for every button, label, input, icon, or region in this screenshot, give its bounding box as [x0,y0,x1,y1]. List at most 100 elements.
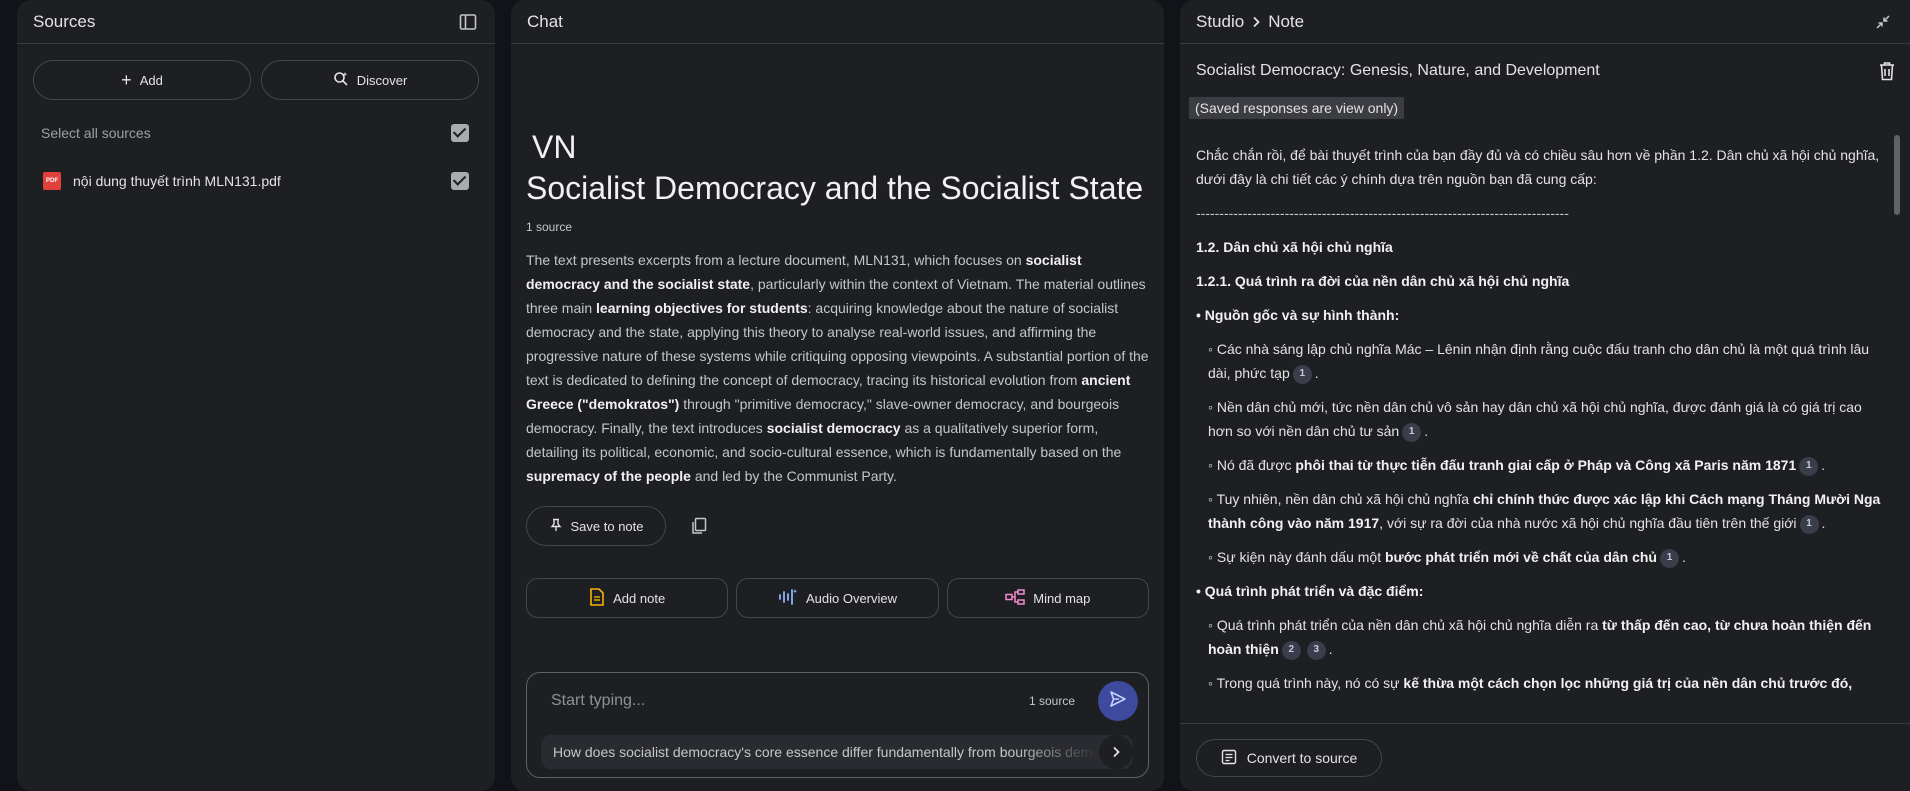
input-source-count: 1 source [1029,694,1076,708]
select-all-row[interactable]: Select all sources [17,122,495,144]
audio-overview-button[interactable]: Audio Overview [736,578,939,618]
studio-panel: Studio Note Socialist Democracy: Genesis… [1180,0,1910,791]
note-sub-bullet: ◦ Sự kiện này đánh dấu một bước phát tri… [1196,545,1888,569]
collapse-panel-icon[interactable] [457,11,479,33]
note-bold-text: kế thừa một cách chọn lọc những giá trị … [1403,675,1853,691]
chat-input-box: Start typing... 1 source How does social… [526,672,1149,778]
note-text: ◦ Nó đã được [1208,457,1296,473]
note-bold-text: • Quá trình phát triển và đặc điểm: [1196,583,1424,599]
chevron-right-icon [1250,16,1262,28]
note-paragraph: • Nguồn gốc và sự hình thành: [1196,303,1888,327]
notebook-heading: Socialist Democracy and the Socialist St… [526,170,1144,206]
note-text: , với sự ra đời của nhà nước xã hội chủ … [1379,515,1797,531]
sources-header: Sources [17,0,495,44]
citation-chip[interactable]: 1 [1799,514,1819,534]
note-text: ◦ Tuy nhiên, nền dân chủ xã hội chủ nghĩ… [1208,491,1473,507]
discover-search-icon [333,71,349,90]
note-sub-bullet: ◦ Tuy nhiên, nền dân chủ xã hội chủ nghĩ… [1196,487,1888,535]
save-to-note-button[interactable]: Save to note [526,506,666,546]
note-paragraph: 1.2. Dân chủ xã hội chủ nghĩa [1196,235,1888,259]
mind-map-label: Mind map [1033,590,1091,606]
note-sub-bullet: ◦ Nó đã được phôi thai từ thực tiễn đấu … [1196,453,1888,477]
send-button[interactable] [1098,681,1138,721]
citation-chip[interactable]: 2 [1281,640,1301,660]
audio-overview-label: Audio Overview [805,590,898,606]
suggested-question[interactable]: How does socialist democracy's core esse… [541,735,1133,769]
note-text: . [1314,365,1319,381]
convert-to-source-button[interactable]: Convert to source [1196,739,1382,777]
note-sub-bullet: ◦ Nền dân chủ mới, tức nền dân chủ vô sả… [1196,395,1888,443]
view-only-badge: (Saved responses are view only) [1189,97,1405,119]
citation-chip[interactable]: 1 [1799,456,1819,476]
note-sub-bullet: ◦ Các nhà sáng lập chủ nghĩa Mác – Lênin… [1196,337,1888,385]
audio-waveform-icon [778,588,798,609]
note-text: ◦ Trong quá trình này, nó có sự [1208,675,1404,691]
trash-icon[interactable] [1876,60,1898,82]
add-note-label: Add note [613,590,666,606]
note-bold-text: phôi thai từ thực tiễn đấu tranh giai cấ… [1295,457,1797,473]
plus-icon: + [121,70,132,90]
add-note-button[interactable]: Add note [526,578,729,618]
collapse-icon[interactable] [1872,11,1894,33]
summary-highlight: socialist democracy [766,420,901,436]
note-text: . [1424,423,1429,439]
note-text: ◦ Quá trình phát triển của nền dân chủ x… [1208,617,1603,633]
note-text: . [1682,549,1686,565]
note-paragraph: ----------------------------------------… [1196,201,1888,225]
note-paragraph: 1.2.1. Quá trình ra đời của nền dân chủ … [1196,269,1888,293]
note-icon [589,587,605,609]
note-text: ◦ Nền dân chủ mới, tức nền dân chủ vô sả… [1208,399,1862,439]
source-item-name: nội dung thuyết trình MLN131.pdf [73,173,281,189]
note-paragraph: • Quá trình phát triển và đặc điểm: [1196,579,1888,603]
source-item[interactable]: PDF nội dung thuyết trình MLN131.pdf [17,170,495,192]
breadcrumb-studio[interactable]: Studio [1196,12,1244,32]
copy-icon[interactable] [688,515,710,537]
note-bold-text: bước phát triển mới về chất của dân chủ [1385,549,1657,565]
notebook-emoji: VN [532,129,577,165]
summary-highlight: learning objectives for students [596,300,808,316]
source-item-checkbox[interactable] [451,172,469,190]
add-source-button[interactable]: + Add [33,60,251,100]
chat-input[interactable]: Start typing... [551,692,645,710]
note-text: . [1328,641,1333,657]
summary-text: and led by the Communist Party. [690,468,897,484]
citation-chip[interactable]: 1 [1292,364,1312,384]
add-source-label: Add [139,72,163,88]
citation-chip[interactable]: 1 [1660,548,1679,568]
mind-map-button[interactable]: Mind map [946,578,1149,618]
note-bold-text: • Nguồn gốc và sự hình thành: [1196,307,1400,323]
note-text: . [1821,515,1826,531]
scrollbar[interactable] [1894,135,1900,215]
chat-header: Chat [511,0,1164,44]
suggested-question-text: How does socialist democracy's core esse… [553,744,1099,760]
source-count: 1 source [526,220,573,234]
citation-chip[interactable]: 1 [1402,422,1422,442]
note-title: Socialist Democracy: Genesis, Nature, an… [1196,62,1600,79]
note-text: ----------------------------------------… [1196,205,1569,221]
notebook-app: Sources + Add Discover Select all source… [0,0,1910,791]
sources-panel: Sources + Add Discover Select all source… [17,0,495,791]
citation-chip[interactable]: 3 [1306,640,1326,660]
send-icon [1109,690,1127,713]
studio-header: Studio Note [1180,0,1910,44]
divider [1180,723,1910,724]
pin-icon [549,518,563,535]
discover-label: Discover [356,72,408,88]
note-sub-bullet: ◦ Quá trình phát triển của nền dân chủ x… [1196,613,1888,661]
chevron-right-icon[interactable] [1099,735,1133,769]
convert-to-source-label: Convert to source [1246,750,1358,766]
breadcrumb-note: Note [1268,11,1305,31]
mind-map-icon [1005,588,1026,608]
notebook-summary: The text presents excerpts from a lectur… [526,248,1149,488]
select-all-checkbox[interactable] [451,124,469,142]
note-sub-bullet: ◦ Trong quá trình này, nó có sự kế thừa … [1196,671,1888,695]
convert-icon [1221,749,1237,768]
note-text: Chắc chắn rồi, để bài thuyết trình của b… [1196,147,1880,187]
save-to-note-label: Save to note [570,518,644,534]
select-all-label: Select all sources [41,125,151,141]
note-content: Chắc chắn rồi, để bài thuyết trình của b… [1196,143,1888,723]
note-text: . [1821,457,1826,473]
discover-button[interactable]: Discover [261,60,479,100]
sources-title: Sources [33,11,96,31]
chat-panel: Chat VN Socialist Democracy and the Soci… [511,0,1164,791]
